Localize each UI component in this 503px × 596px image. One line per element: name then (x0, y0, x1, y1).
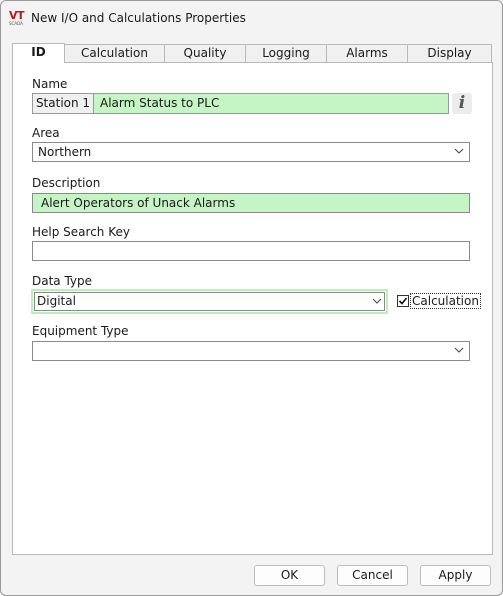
ok-button[interactable]: OK (254, 565, 325, 586)
tab-calculation[interactable]: Calculation (64, 44, 165, 62)
calculation-checkbox-label[interactable]: Calculation (410, 293, 481, 309)
cancel-button[interactable]: Cancel (337, 565, 408, 586)
chevron-down-icon (454, 347, 464, 353)
apply-button[interactable]: Apply (420, 565, 491, 586)
tab-display[interactable]: Display (407, 44, 492, 62)
description-value: Alert Operators of Unack Alarms (41, 196, 236, 210)
equipment-type-label: Equipment Type (32, 324, 129, 338)
data-type-value: Digital (37, 294, 76, 308)
window-title: New I/O and Calculations Properties (31, 11, 246, 25)
tab-alarms[interactable]: Alarms (326, 44, 408, 62)
description-input[interactable]: Alert Operators of Unack Alarms (32, 193, 470, 213)
data-type-select[interactable]: Digital (31, 289, 388, 314)
name-value: Alarm Status to PLC (100, 96, 220, 110)
area-label: Area (32, 126, 60, 140)
station-prefix-button[interactable]: Station 1 (32, 93, 94, 114)
calculation-checkbox[interactable] (397, 295, 409, 307)
area-value: Northern (38, 145, 92, 159)
description-label: Description (32, 176, 101, 190)
name-input[interactable]: Alarm Status to PLC (93, 93, 449, 114)
info-icon[interactable]: i (452, 93, 472, 114)
equipment-type-select[interactable] (32, 341, 470, 361)
chevron-down-icon (454, 148, 464, 154)
data-type-label: Data Type (32, 274, 93, 288)
tab-quality[interactable]: Quality (164, 44, 246, 62)
title-bar: VT SCADA New I/O and Calculations Propert… (1, 1, 502, 35)
tab-logging[interactable]: Logging (245, 44, 327, 62)
help-search-key-input[interactable] (32, 241, 470, 261)
chevron-down-icon (372, 298, 382, 304)
data-type-inner (34, 292, 385, 311)
checkmark-icon (398, 297, 408, 305)
name-label: Name (32, 77, 68, 91)
properties-dialog: VT SCADA New I/O and Calculations Propert… (0, 0, 503, 596)
vtscada-logo-icon: VT SCADA (9, 9, 25, 26)
tab-id[interactable]: ID (12, 43, 65, 63)
area-select[interactable]: Northern (32, 142, 470, 162)
help-search-key-label: Help Search Key (32, 225, 130, 239)
